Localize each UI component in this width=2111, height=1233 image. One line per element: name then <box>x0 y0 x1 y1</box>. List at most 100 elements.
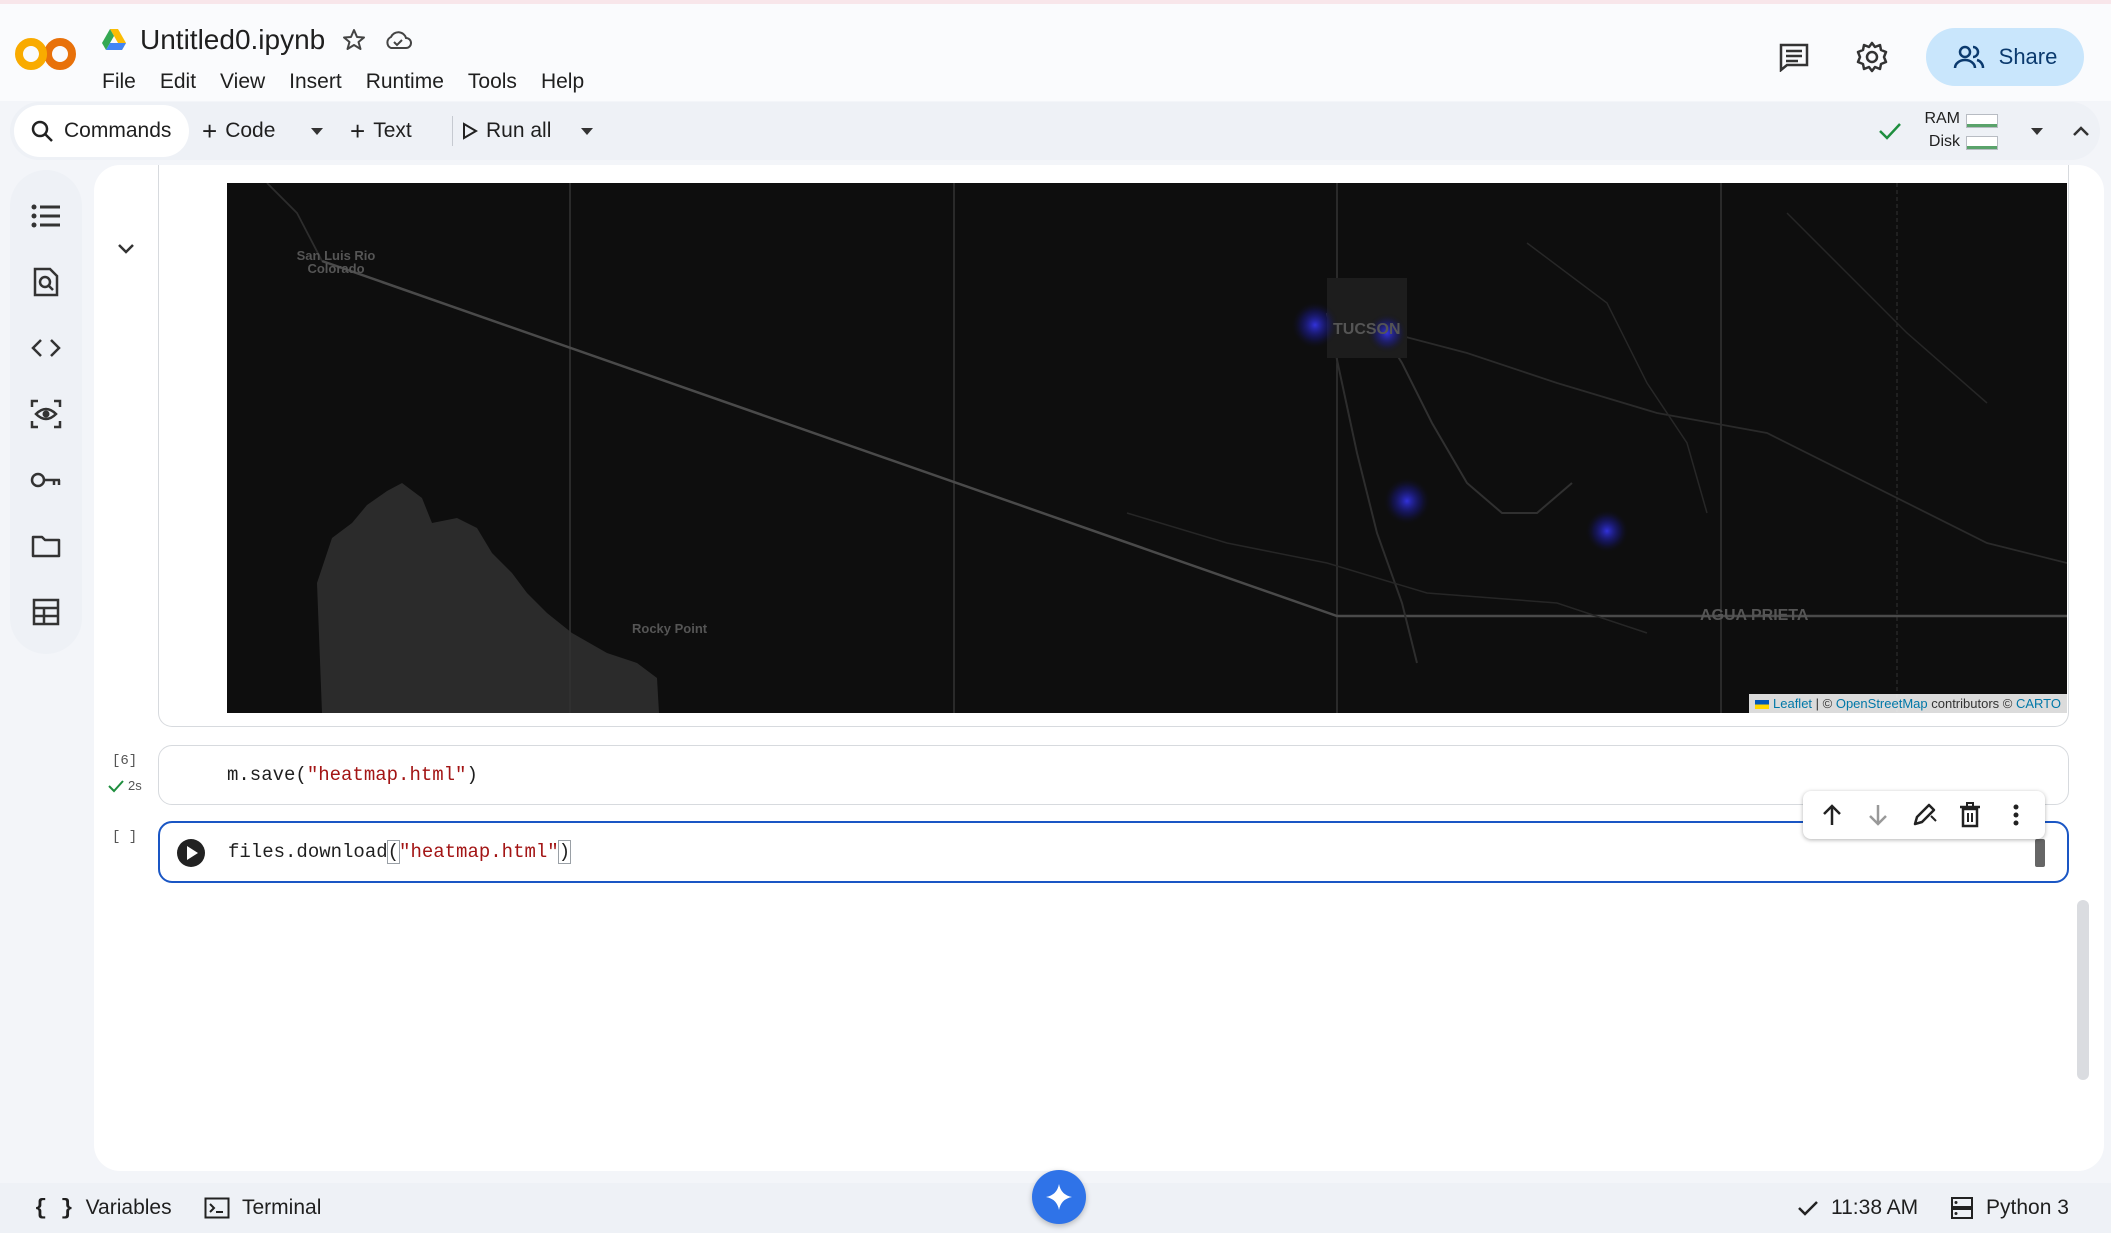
menu-view[interactable]: View <box>220 70 265 94</box>
menu-bar: File Edit View Insert Runtime Tools Help <box>102 70 584 94</box>
cell-toolbar <box>1803 791 2045 839</box>
heat-point <box>1383 477 1431 525</box>
code-string: "heatmap.html" <box>306 764 467 786</box>
map-label-tucson: TUCSON <box>1333 321 1401 338</box>
menu-file[interactable]: File <box>102 70 136 94</box>
more-vertical-icon[interactable] <box>2001 800 2031 830</box>
table-of-contents-icon[interactable] <box>26 196 66 236</box>
map-label-agua-prieta: AGUA PRIETA <box>1700 607 1809 624</box>
secrets-key-icon[interactable] <box>26 460 66 500</box>
code-line[interactable]: files.download("heatmap.html") <box>228 840 572 864</box>
code-token: m.save( <box>227 764 307 786</box>
menu-runtime[interactable]: Runtime <box>366 70 444 94</box>
colab-logo[interactable] <box>14 34 78 74</box>
code-line[interactable]: m.save("heatmap.html") <box>227 764 478 786</box>
caret-down-icon <box>311 128 323 135</box>
scroll-marker <box>2035 839 2045 867</box>
commands-button[interactable]: Commands <box>14 105 189 157</box>
commands-label: Commands <box>64 119 172 142</box>
server-icon <box>1951 1197 1973 1219</box>
execution-status[interactable]: 11:38 AM <box>1797 1183 1918 1233</box>
disk-bar <box>1966 136 1998 150</box>
caret-down-icon <box>581 128 593 135</box>
plus-icon: + <box>350 115 366 146</box>
terminal-button[interactable]: Terminal <box>204 1183 321 1233</box>
notebook-title-row: Untitled0.ipynb <box>102 24 413 56</box>
runtime-dropdown-button[interactable] <box>2030 102 2044 160</box>
menu-insert[interactable]: Insert <box>289 70 342 94</box>
run-all-button[interactable]: Run all <box>462 102 551 160</box>
data-table-icon[interactable] <box>26 592 66 632</box>
run-all-label: Run all <box>486 119 552 142</box>
collapse-header-button[interactable] <box>2072 102 2090 160</box>
search-icon <box>31 120 53 142</box>
notebook-toolbar: Commands + Code + Text Run all RAM Disk <box>10 102 2100 160</box>
notebook-title[interactable]: Untitled0.ipynb <box>140 24 325 56</box>
menu-edit[interactable]: Edit <box>160 70 196 94</box>
delete-trash-icon[interactable] <box>1955 800 1985 830</box>
header: Untitled0.ipynb File Edit View Insert Ru… <box>0 4 2111 101</box>
google-drive-icon <box>102 29 126 50</box>
cell-run-time: 2s <box>128 778 142 793</box>
code-cell-active[interactable]: files.download("heatmap.html") <box>158 821 2069 883</box>
checkmark-icon <box>108 779 124 792</box>
move-cell-down-icon[interactable] <box>1863 800 1893 830</box>
map-tiles <box>266 183 2067 713</box>
braces-icon: { } <box>34 1195 74 1221</box>
toolbar-divider <box>452 116 453 146</box>
add-code-button[interactable]: + Code <box>202 102 275 160</box>
menu-tools[interactable]: Tools <box>468 70 517 94</box>
code-cell[interactable]: m.save("heatmap.html") <box>158 745 2069 805</box>
code-token: files.download <box>228 841 388 863</box>
heat-point <box>1585 509 1629 553</box>
map-label-rocky-point: Rocky Point <box>632 621 708 636</box>
code-dropdown-button[interactable] <box>310 102 324 160</box>
notebook-scrollbar[interactable] <box>2077 900 2089 1080</box>
terminal-icon <box>204 1197 230 1219</box>
run-cell-icon[interactable] <box>176 838 206 868</box>
move-cell-up-icon[interactable] <box>1817 800 1847 830</box>
collapse-output-chevron-icon[interactable] <box>116 238 136 258</box>
checkmark-icon <box>1879 123 1901 140</box>
terminal-label: Terminal <box>242 1196 322 1219</box>
code-label: Code <box>225 119 276 142</box>
left-sidebar <box>10 170 82 654</box>
code-bracket: ) <box>557 840 572 864</box>
share-label: Share <box>1998 44 2058 69</box>
connected-status[interactable] <box>1878 102 1902 160</box>
osm-link[interactable]: OpenStreetMap <box>1836 696 1928 711</box>
star-icon[interactable] <box>339 25 369 55</box>
variable-inspector-eye-icon[interactable] <box>26 394 66 434</box>
caret-down-icon <box>2031 128 2043 135</box>
menu-help[interactable]: Help <box>541 70 584 94</box>
run-all-dropdown-button[interactable] <box>580 102 594 160</box>
people-icon <box>1953 45 1984 69</box>
share-button[interactable]: Share <box>1926 28 2084 86</box>
checkmark-icon <box>1798 1201 1818 1216</box>
attribution-contributors: contributors © <box>1927 696 2016 711</box>
variables-button[interactable]: { } Variables <box>34 1183 172 1233</box>
leaflet-heatmap[interactable]: San Luis Rio Colorado TUCSON Rocky Point… <box>227 183 2067 713</box>
runtime-type-button[interactable]: Python 3 <box>1950 1183 2069 1233</box>
code-snippets-icon[interactable] <box>26 328 66 368</box>
play-outline-icon <box>463 122 478 140</box>
add-text-button[interactable]: + Text <box>350 102 412 160</box>
map-label-san-luis: San Luis Rio Colorado <box>296 248 376 276</box>
files-folder-icon[interactable] <box>26 526 66 566</box>
sea-of-cortez <box>317 483 659 713</box>
cell-execution-count: [ ] <box>112 829 138 845</box>
chevron-up-icon <box>2073 126 2089 136</box>
code-bracket: ( <box>386 840 401 864</box>
carto-link[interactable]: CARTO <box>2016 696 2061 711</box>
map-attribution: Leaflet | © OpenStreetMap contributors ©… <box>1749 694 2067 713</box>
settings-gear-icon[interactable] <box>1848 33 1896 81</box>
heat-point <box>1291 301 1339 349</box>
comments-icon[interactable] <box>1770 33 1818 81</box>
gemini-button[interactable] <box>1032 1170 1086 1224</box>
edit-pencil-icon[interactable] <box>1909 800 1939 830</box>
status-time: 11:38 AM <box>1831 1196 1919 1219</box>
find-replace-icon[interactable] <box>26 262 66 302</box>
border-line <box>321 259 2067 618</box>
leaflet-link[interactable]: Leaflet <box>1773 696 1812 711</box>
cloud-saved-icon[interactable] <box>383 25 413 55</box>
